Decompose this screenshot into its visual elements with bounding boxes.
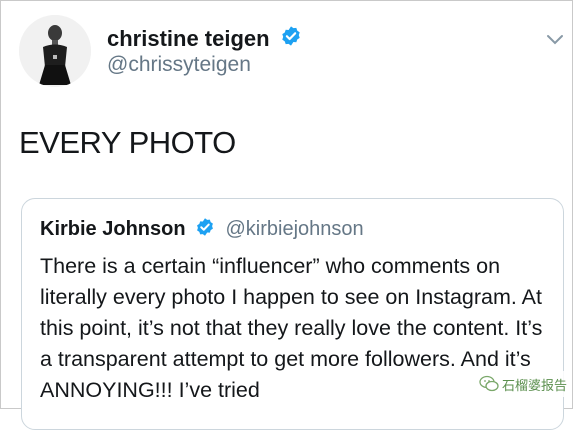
- quoted-tweet-header: Kirbie Johnson @kirbiejohnson: [40, 217, 364, 242]
- tweet-card: christine teigen @chrissyteigen EVERY PH…: [0, 0, 573, 430]
- wechat-icon: [479, 375, 499, 392]
- quoted-author-name[interactable]: Kirbie Johnson: [40, 218, 186, 241]
- watermark: 石榴婆报告: [479, 371, 568, 397]
- author-handle[interactable]: @chrissyteigen: [107, 53, 251, 77]
- quoted-author-handle[interactable]: @kirbiejohnson: [225, 218, 363, 241]
- tweet-author: christine teigen: [107, 25, 302, 52]
- tweet-text: EVERY PHOTO: [19, 125, 236, 160]
- author-name[interactable]: christine teigen: [107, 26, 270, 52]
- chevron-down-icon[interactable]: [546, 33, 564, 51]
- quoted-tweet-text: There is a certain “influencer” who comm…: [40, 254, 543, 402]
- verified-badge-icon: [195, 217, 215, 242]
- avatar[interactable]: [19, 15, 91, 87]
- watermark-text: 石榴婆报告: [502, 377, 568, 393]
- verified-badge-icon: [280, 25, 302, 52]
- avatar-photo: [19, 15, 91, 87]
